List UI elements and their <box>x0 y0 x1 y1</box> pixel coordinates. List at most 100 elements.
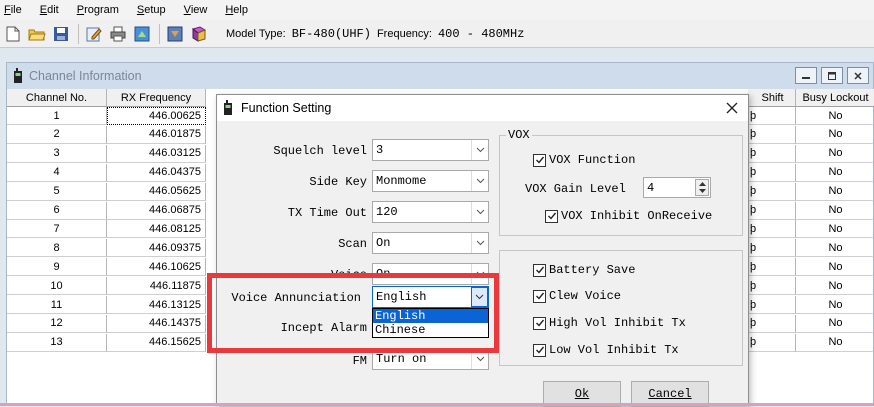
side-key-select[interactable]: Monmome <box>372 170 489 192</box>
high-vol-inhibit-checkbox[interactable]: High Vol Inhibit Tx <box>533 316 686 330</box>
chevron-down-icon[interactable] <box>471 264 488 284</box>
vox-gain-spinner[interactable]: 4 <box>643 177 711 198</box>
scan-select[interactable]: On <box>372 232 489 254</box>
busy-lockout-cell[interactable]: No <box>796 239 874 258</box>
open-folder-icon[interactable] <box>26 23 48 45</box>
spinner-arrows[interactable] <box>695 179 709 196</box>
channel-no-cell[interactable]: 12 <box>7 314 107 333</box>
read-radio-icon[interactable] <box>131 23 153 45</box>
rx-frequency-cell[interactable]: 446.08125 <box>107 220 206 239</box>
column-header-channel-no[interactable]: Channel No. <box>7 89 107 107</box>
vox-inhibit-checkbox[interactable]: VOX Inhibit OnReceive <box>545 209 712 223</box>
tx-time-out-select[interactable]: 120 <box>372 201 489 223</box>
busy-lockout-cell[interactable]: No <box>796 202 874 220</box>
spin-up-icon[interactable] <box>698 181 706 186</box>
channel-no-cell[interactable]: 11 <box>7 296 107 314</box>
chevron-down-icon[interactable] <box>471 349 488 369</box>
channel-no-cell[interactable]: 13 <box>7 333 107 352</box>
spin-down-icon[interactable] <box>698 189 706 194</box>
menu-edit[interactable]: Edit <box>40 4 59 16</box>
chevron-down-icon[interactable] <box>471 233 488 253</box>
shift-cell[interactable]: þ <box>748 220 796 239</box>
shift-cell[interactable]: þ <box>748 296 796 314</box>
fm-select[interactable]: Turn on <box>372 348 489 370</box>
menu-file[interactable]: File <box>4 4 22 16</box>
shift-cell[interactable]: þ <box>748 201 796 220</box>
new-file-icon[interactable] <box>2 23 24 45</box>
print-icon[interactable] <box>107 23 129 45</box>
shift-cell[interactable]: þ <box>748 144 796 163</box>
rx-frequency-cell[interactable]: 446.14375 <box>107 314 206 333</box>
edit-icon[interactable] <box>83 23 105 45</box>
channel-no-cell[interactable]: 2 <box>7 125 107 144</box>
rx-frequency-cell[interactable]: 446.09375 <box>107 239 206 258</box>
busy-lockout-cell[interactable]: No <box>796 277 874 296</box>
menu-help[interactable]: Help <box>225 4 248 16</box>
shift-cell[interactable]: þ <box>748 258 796 277</box>
channel-no-cell[interactable]: 4 <box>7 163 107 182</box>
busy-lockout-cell[interactable]: No <box>796 145 874 163</box>
squelch-level-select[interactable]: 3 <box>372 139 489 161</box>
rx-frequency-cell[interactable]: 446.15625 <box>107 333 206 352</box>
channel-no-cell[interactable]: 1 <box>7 107 107 125</box>
chevron-down-icon[interactable] <box>471 171 488 191</box>
battery-save-checkbox[interactable]: Battery Save <box>533 263 635 277</box>
rx-frequency-cell[interactable]: 446.00625 <box>107 107 206 125</box>
shift-cell[interactable]: þ <box>748 163 796 182</box>
rx-frequency-cell[interactable]: 446.13125 <box>107 296 206 314</box>
busy-lockout-cell[interactable]: No <box>796 315 874 333</box>
busy-lockout-cell[interactable]: No <box>796 107 874 125</box>
voice-option-english[interactable]: English <box>373 309 488 323</box>
chevron-down-icon[interactable] <box>471 287 488 307</box>
rx-frequency-cell[interactable]: 446.05625 <box>107 182 206 201</box>
menu-view[interactable]: View <box>184 4 208 16</box>
menu-setup[interactable]: Setup <box>137 4 166 16</box>
shift-cell[interactable]: þ <box>748 182 796 201</box>
shift-cell[interactable]: þ <box>748 125 796 144</box>
channel-no-cell[interactable]: 9 <box>7 258 107 277</box>
channel-no-cell[interactable]: 5 <box>7 182 107 201</box>
channel-no-cell[interactable]: 3 <box>7 144 107 163</box>
busy-lockout-cell[interactable]: No <box>796 334 874 352</box>
busy-lockout-cell[interactable]: No <box>796 164 874 182</box>
busy-lockout-cell[interactable]: No <box>796 296 874 314</box>
rx-frequency-cell[interactable]: 446.03125 <box>107 144 206 163</box>
rx-frequency-cell[interactable]: 446.06875 <box>107 201 206 220</box>
write-radio-icon[interactable] <box>164 23 186 45</box>
rx-frequency-cell[interactable]: 446.04375 <box>107 163 206 182</box>
dialog-close-button[interactable] <box>722 97 742 119</box>
voice-annunciation-select[interactable]: English <box>372 286 489 308</box>
chevron-down-icon[interactable] <box>471 140 488 160</box>
column-header-shift[interactable]: Shift <box>748 89 796 107</box>
busy-lockout-cell[interactable]: No <box>796 126 874 144</box>
channel-no-cell[interactable]: 8 <box>7 239 107 258</box>
shift-cell[interactable]: þ <box>748 277 796 296</box>
voice-select[interactable]: On <box>372 263 489 285</box>
low-vol-inhibit-checkbox[interactable]: Low Vol Inhibit Tx <box>533 343 679 357</box>
book-icon[interactable] <box>188 23 210 45</box>
save-icon[interactable] <box>50 23 72 45</box>
channel-no-cell[interactable]: 6 <box>7 201 107 220</box>
voice-option-chinese[interactable]: Chinese <box>373 323 488 337</box>
column-header-busy-lockout[interactable]: Busy Lockout <box>796 89 874 107</box>
clew-voice-checkbox[interactable]: Clew Voice <box>533 289 621 303</box>
menu-program[interactable]: Program <box>77 4 119 16</box>
vox-function-checkbox[interactable]: VOX Function <box>533 153 635 167</box>
shift-cell[interactable]: þ <box>748 107 796 125</box>
rx-frequency-cell[interactable]: 446.10625 <box>107 258 206 277</box>
shift-cell[interactable]: þ <box>748 239 796 258</box>
rx-frequency-cell[interactable]: 446.11875 <box>107 277 206 296</box>
channel-no-cell[interactable]: 7 <box>7 220 107 239</box>
column-header-rx-frequency[interactable]: RX Frequency <box>107 89 206 107</box>
shift-cell[interactable]: þ <box>748 314 796 333</box>
close-button[interactable] <box>847 67 869 84</box>
chevron-down-icon[interactable] <box>471 202 488 222</box>
busy-lockout-cell[interactable]: No <box>796 258 874 277</box>
busy-lockout-cell[interactable]: No <box>796 183 874 201</box>
channel-no-cell[interactable]: 10 <box>7 277 107 296</box>
restore-button[interactable] <box>821 67 843 84</box>
rx-frequency-cell[interactable]: 446.01875 <box>107 125 206 144</box>
shift-cell[interactable]: þ <box>748 333 796 352</box>
minimize-button[interactable] <box>795 67 817 84</box>
busy-lockout-cell[interactable]: No <box>796 220 874 239</box>
